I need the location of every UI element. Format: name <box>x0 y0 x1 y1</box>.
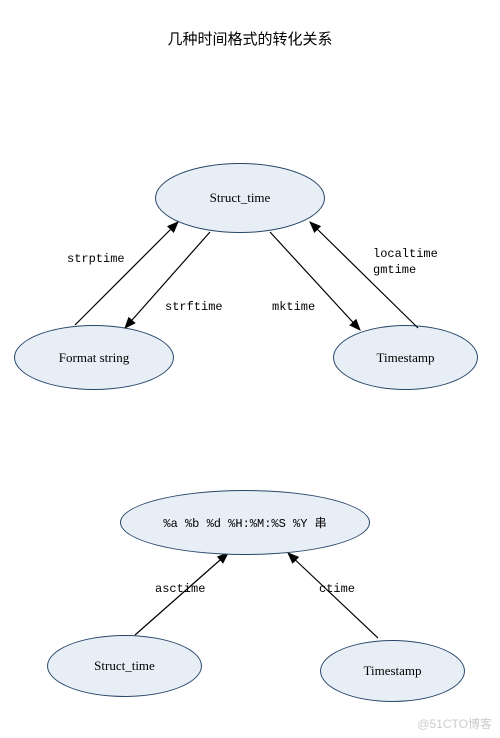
edge-label-strptime: strptime <box>67 252 125 266</box>
node-struct-time-bottom: Struct_time <box>47 635 202 697</box>
node-label: %a %b %d %H:%M:%S %Y 串 <box>163 514 326 531</box>
edge-label-strftime: strftime <box>165 300 223 314</box>
node-label: Struct_time <box>94 658 155 674</box>
node-label: Timestamp <box>376 350 434 366</box>
node-timestamp-bottom: Timestamp <box>320 640 465 702</box>
arrow-mktime <box>270 232 360 330</box>
edge-label-ctime: ctime <box>319 582 355 596</box>
node-format-str-bottom: %a %b %d %H:%M:%S %Y 串 <box>120 490 370 555</box>
edge-label-mktime: mktime <box>272 300 315 314</box>
watermark: @51CTO博客 <box>417 715 492 732</box>
edge-label-localtime-gmtime: localtime gmtime <box>373 247 438 278</box>
node-format-string: Format string <box>14 325 174 390</box>
edge-label-asctime: asctime <box>155 582 205 596</box>
node-struct-time-top: Struct_time <box>155 163 325 233</box>
node-label: Format string <box>59 350 129 366</box>
diagram-title: 几种时间格式的转化关系 <box>0 28 500 49</box>
arrow-strptime <box>75 222 178 325</box>
node-label: Struct_time <box>210 190 271 206</box>
node-label: Timestamp <box>363 663 421 679</box>
node-timestamp-top: Timestamp <box>333 325 478 390</box>
